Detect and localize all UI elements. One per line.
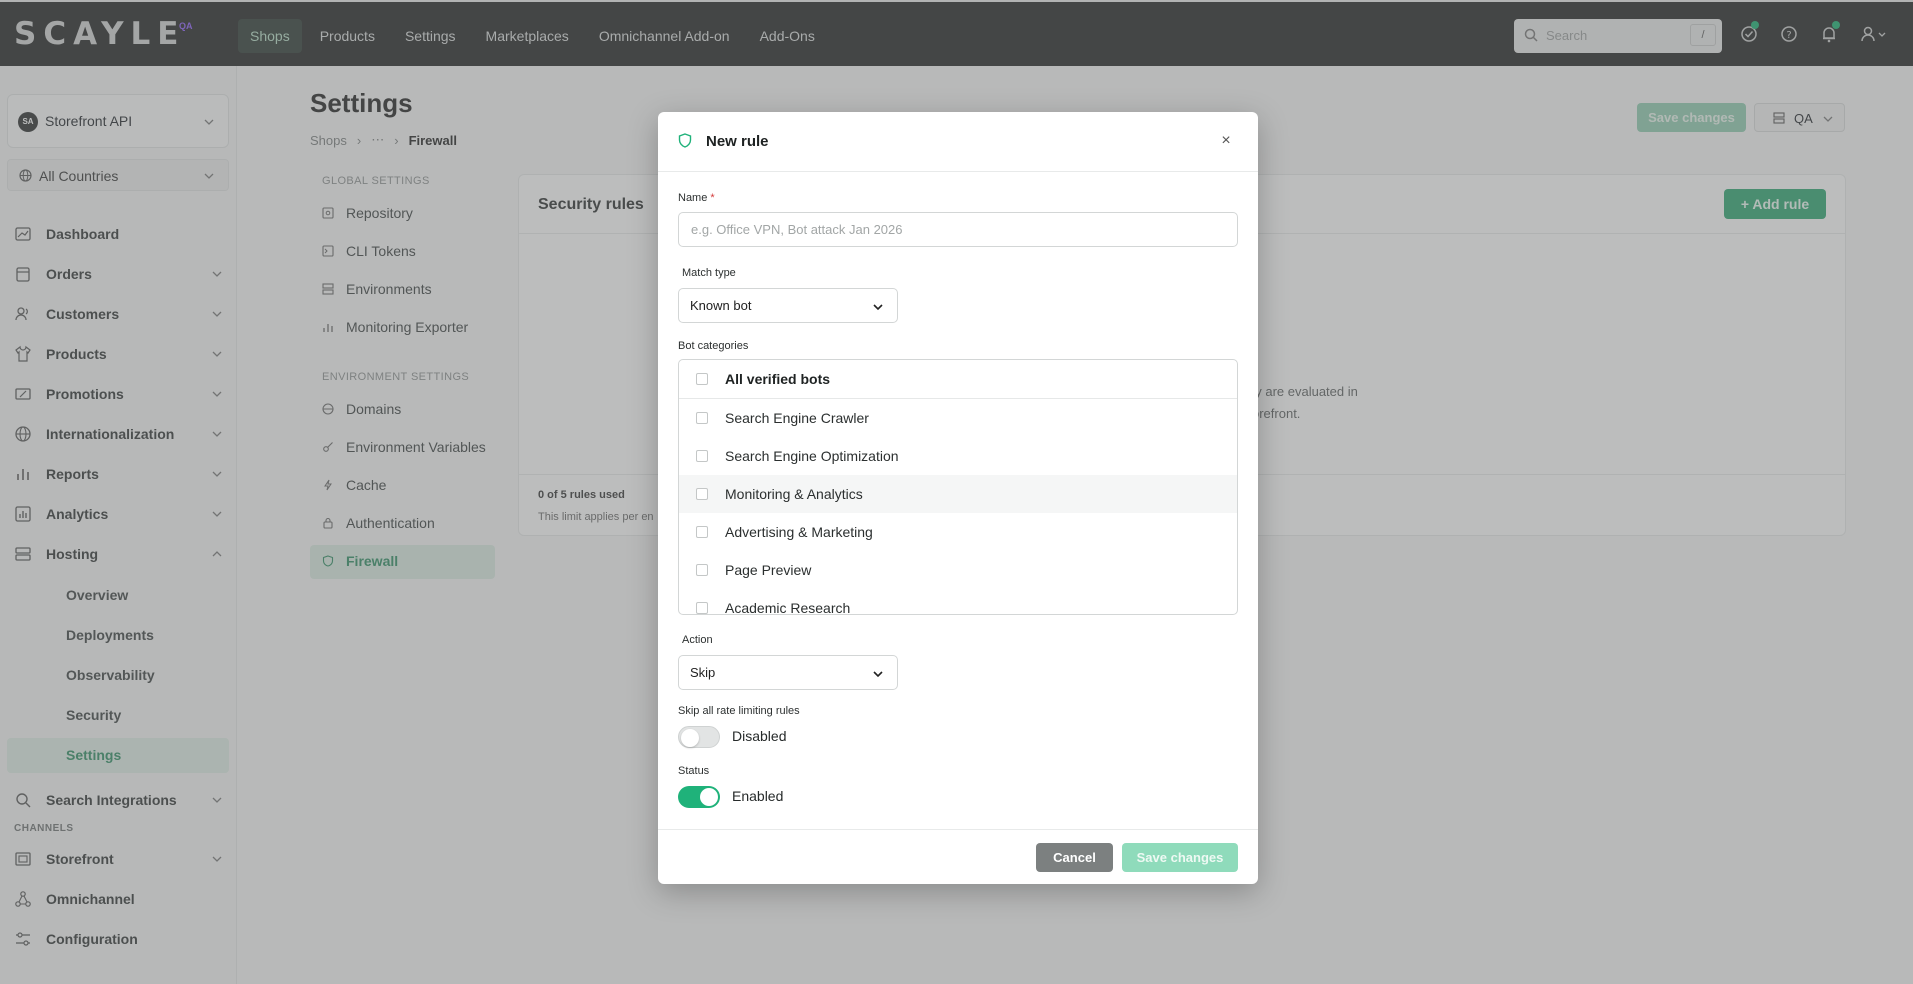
match-type-select[interactable]: Known bot <box>678 288 898 323</box>
match-type-label: Match type <box>682 267 736 279</box>
action-label: Action <box>682 634 713 646</box>
status-label: Status <box>678 765 710 777</box>
status-state: Enabled <box>732 788 784 804</box>
bot-category-label: Monitoring & Analytics <box>725 486 863 502</box>
chevron-down-icon <box>873 671 883 678</box>
rule-name-input[interactable] <box>678 212 1238 247</box>
bot-category-label: Search Engine Crawler <box>725 410 869 426</box>
bot-category-label: Academic Research <box>725 600 851 615</box>
bot-category-advertising-marketing[interactable]: Advertising & Marketing <box>679 513 1237 551</box>
cancel-button[interactable]: Cancel <box>1036 843 1113 872</box>
bot-category-label: Advertising & Marketing <box>725 524 873 540</box>
save-changes-button[interactable]: Save changes <box>1122 843 1238 872</box>
bot-category-page-preview[interactable]: Page Preview <box>679 551 1237 589</box>
bot-category-search-engine-crawler[interactable]: Search Engine Crawler <box>679 399 1237 437</box>
bot-category-all-verified[interactable]: All verified bots <box>679 360 1237 398</box>
chevron-down-icon <box>873 304 883 311</box>
toggle-knob <box>681 729 699 747</box>
toggle-knob <box>700 788 718 806</box>
action-value: Skip <box>690 665 716 680</box>
action-select[interactable]: Skip <box>678 655 898 690</box>
required-asterisk: * <box>710 192 715 204</box>
bot-categories-label: Bot categories <box>678 340 749 352</box>
bot-category-label: Page Preview <box>725 562 812 578</box>
skip-rate-limiting-label: Skip all rate limiting rules <box>678 705 800 717</box>
shield-icon <box>678 133 692 148</box>
bot-category-academic-research[interactable]: Academic Research <box>679 589 1237 615</box>
new-rule-dialog: New rule × Name * Match type Known bot B… <box>658 112 1258 884</box>
dialog-footer-divider <box>658 829 1258 830</box>
bot-categories-list[interactable]: All verified bots Search Engine Crawler … <box>678 359 1238 615</box>
checkbox[interactable] <box>696 526 708 538</box>
checkbox[interactable] <box>696 450 708 462</box>
checkbox[interactable] <box>696 412 708 424</box>
bot-category-label: Search Engine Optimization <box>725 448 899 464</box>
bot-category-monitoring-analytics[interactable]: Monitoring & Analytics <box>679 475 1237 513</box>
checkbox[interactable] <box>696 373 708 385</box>
bot-category-seo[interactable]: Search Engine Optimization <box>679 437 1237 475</box>
status-toggle[interactable] <box>678 786 720 808</box>
name-label-text: Name <box>678 192 708 204</box>
checkbox[interactable] <box>696 602 708 614</box>
close-icon[interactable]: × <box>1216 131 1236 151</box>
skip-rate-limiting-state: Disabled <box>732 728 787 744</box>
skip-rate-limiting-toggle[interactable] <box>678 726 720 748</box>
checkbox[interactable] <box>696 564 708 576</box>
match-type-value: Known bot <box>690 298 752 313</box>
checkbox[interactable] <box>696 488 708 500</box>
dialog-header: New rule × <box>658 112 1258 172</box>
bot-category-label: All verified bots <box>725 371 831 387</box>
dialog-title: New rule <box>706 133 769 150</box>
name-label: Name * <box>678 192 715 204</box>
